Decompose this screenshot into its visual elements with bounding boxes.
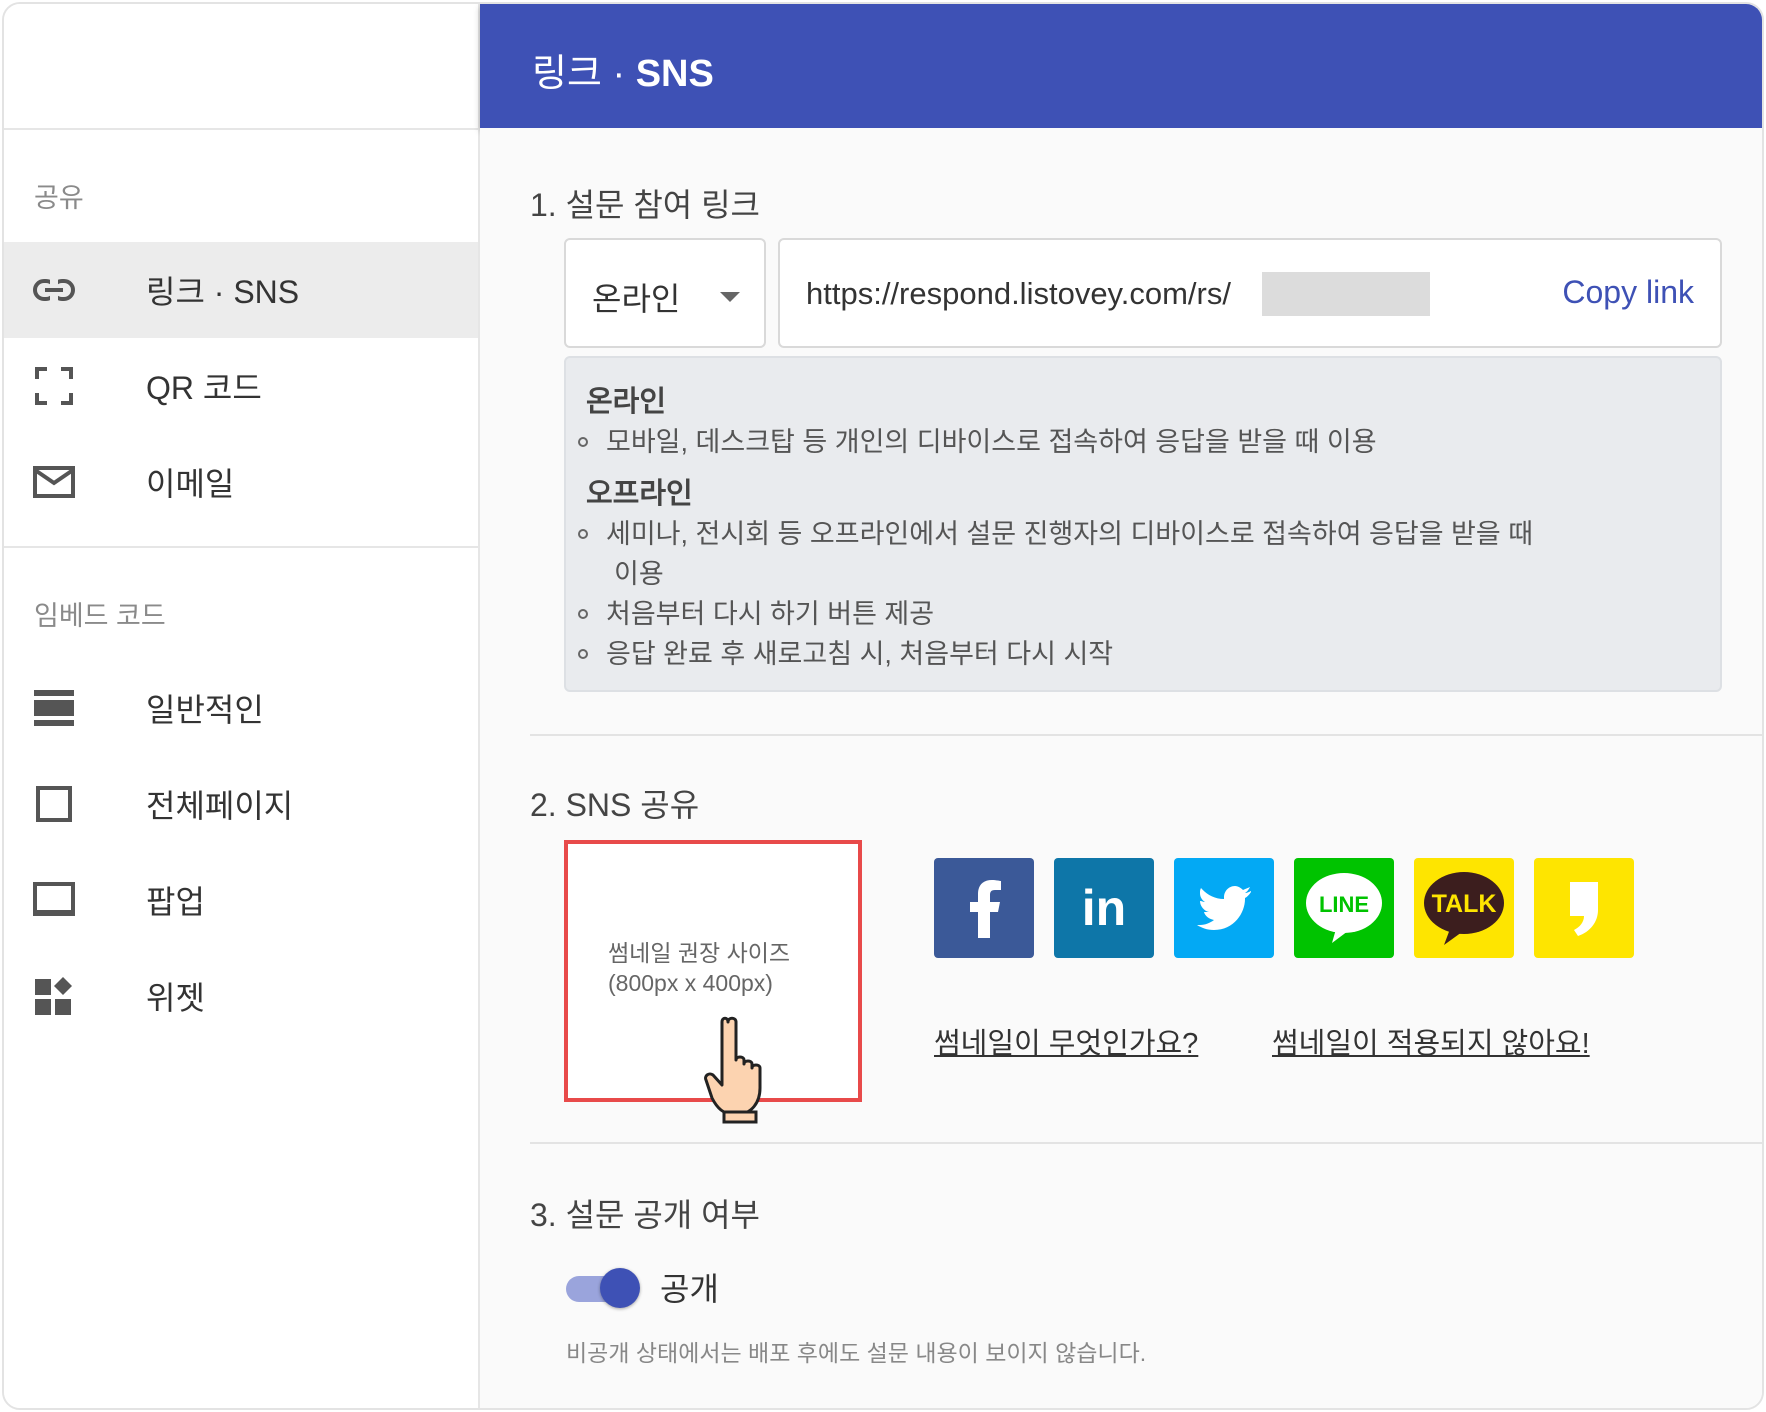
sidebar-item-qr-code[interactable]: QR 코드 [4, 338, 478, 434]
header-bar: 링크 · SNS [480, 4, 1762, 128]
twitter-icon [1197, 886, 1251, 930]
link-type-info: 온라인 모바일, 데스크탑 등 개인의 디바이스로 접속하여 응답을 받을 때 … [564, 356, 1722, 692]
sidebar-item-widget[interactable]: 위젯 [4, 948, 478, 1044]
share-section-title: 공유 [34, 183, 84, 213]
linkedin-icon: in [1081, 880, 1127, 936]
section-title-visibility: 3. 설문 공개 여부 [530, 1197, 760, 1233]
section-title-link: 1. 설문 참여 링크 [530, 187, 760, 223]
sidebar-item-label: QR 코드 [146, 370, 262, 406]
lines-icon [32, 686, 76, 730]
kakaostory-icon [1570, 882, 1598, 936]
sidebar-item-popup[interactable]: 팝업 [4, 852, 478, 948]
section-divider [530, 734, 1762, 736]
bullet-icon [578, 608, 588, 619]
share-kakaotalk-button[interactable]: TALK [1414, 858, 1514, 958]
link-type-select[interactable]: 온라인 [564, 238, 766, 348]
toggle-knob [600, 1268, 640, 1308]
share-linkedin-button[interactable]: in [1054, 858, 1154, 958]
thumbnail-not-applied-link[interactable]: 썸네일이 적용되지 않아요! [1272, 1020, 1590, 1062]
visibility-toggle[interactable] [566, 1268, 640, 1308]
kakaotalk-icon: TALK [1424, 872, 1504, 945]
square-icon [32, 782, 76, 826]
url-redaction [1262, 272, 1430, 316]
sidebar-top [4, 4, 478, 130]
info-text: 처음부터 다시 하기 버튼 제공 [606, 599, 935, 629]
pointer-hand-icon [704, 1016, 762, 1124]
info-text-continued: 이용 [614, 559, 664, 589]
sidebar-item-label: 위젯 [146, 980, 205, 1016]
widget-icon [32, 974, 76, 1018]
page-title-prefix: 링크 · [532, 53, 636, 95]
what-is-thumbnail-link[interactable]: 썸네일이 무엇인가요? [934, 1020, 1198, 1062]
info-online-title: 온라인 [586, 386, 667, 418]
bullet-icon [578, 528, 588, 539]
page-title: 링크 · SNS [532, 42, 714, 97]
talk-text: TALK [1432, 890, 1497, 918]
share-line-button[interactable]: LINE [1294, 858, 1394, 958]
sidebar: 공유 링크 · SNS QR 코드 이메일 임베드 코드 일반적인 전체페이지 … [4, 4, 480, 1408]
popup-icon [32, 878, 76, 922]
section-title-sns: 2. SNS 공유 [530, 787, 700, 823]
info-text: 모바일, 데스크탑 등 개인의 디바이스로 접속하여 응답을 받을 때 이용 [606, 427, 1377, 457]
bullet-icon [578, 436, 588, 447]
info-text: 응답 완료 후 새로고침 시, 처음부터 다시 시작 [606, 639, 1114, 669]
info-offline-title: 오프라인 [586, 478, 693, 510]
link-icon [32, 268, 76, 312]
info-text: 세미나, 전시회 등 오프라인에서 설문 진행자의 디바이스로 접속하여 응답을… [606, 519, 1534, 549]
share-twitter-button[interactable] [1174, 858, 1274, 958]
select-value: 온라인 [592, 281, 681, 317]
info-line: 응답 완료 후 새로고침 시, 처음부터 다시 시작 [578, 632, 1113, 671]
sidebar-item-label: 이메일 [146, 466, 235, 502]
sidebar-item-label: 링크 · SNS [146, 274, 300, 310]
main-content: 1. 설문 참여 링크 온라인 https://respond.listovey… [480, 128, 1762, 1408]
page-title-bold: SNS [635, 53, 714, 95]
sidebar-item-email[interactable]: 이메일 [4, 434, 478, 530]
survey-url-text: https://respond.listovey.com/rs/ [806, 276, 1231, 311]
sidebar-item-label: 일반적인 [146, 692, 264, 728]
info-line: 세미나, 전시회 등 오프라인에서 설문 진행자의 디바이스로 접속하여 응답을… [578, 512, 1533, 551]
facebook-icon [970, 880, 1001, 938]
survey-url-field[interactable]: https://respond.listovey.com/rs/ Copy li… [778, 238, 1722, 348]
sidebar-divider [4, 546, 478, 548]
line-text: LINE [1319, 892, 1369, 917]
mail-icon [32, 460, 76, 504]
qr-frame-icon [32, 364, 76, 408]
chevron-down-icon [720, 292, 740, 302]
share-kakaostory-button[interactable] [1534, 858, 1634, 958]
info-line: 모바일, 데스크탑 등 개인의 디바이스로 접속하여 응답을 받을 때 이용 [578, 420, 1377, 459]
section-divider [530, 1142, 1762, 1144]
thumbnail-upload-area[interactable]: 썸네일 권장 사이즈 (800px x 400px) [564, 840, 862, 1124]
app-window: 공유 링크 · SNS QR 코드 이메일 임베드 코드 일반적인 전체페이지 … [2, 2, 1764, 1410]
sidebar-item-label: 팝업 [146, 884, 205, 920]
line-icon: LINE [1306, 873, 1382, 943]
share-facebook-button[interactable] [934, 858, 1034, 958]
sidebar-item-general[interactable]: 일반적인 [4, 660, 478, 756]
visibility-note: 비공개 상태에서는 배포 후에도 설문 내용이 보이지 않습니다. [566, 1340, 1147, 1366]
bullet-icon [578, 648, 588, 659]
embed-section-title: 임베드 코드 [34, 601, 166, 631]
copy-link-button[interactable]: Copy link [1562, 274, 1694, 311]
sidebar-item-label: 전체페이지 [146, 788, 294, 824]
info-line: 처음부터 다시 하기 버튼 제공 [578, 592, 934, 631]
visibility-toggle-label: 공개 [660, 1271, 719, 1307]
sidebar-item-fullpage[interactable]: 전체페이지 [4, 756, 478, 852]
thumbnail-hint: 썸네일 권장 사이즈 [608, 940, 791, 966]
thumbnail-size: (800px x 400px) [608, 970, 773, 996]
sidebar-item-link-sns[interactable]: 링크 · SNS [4, 242, 478, 338]
